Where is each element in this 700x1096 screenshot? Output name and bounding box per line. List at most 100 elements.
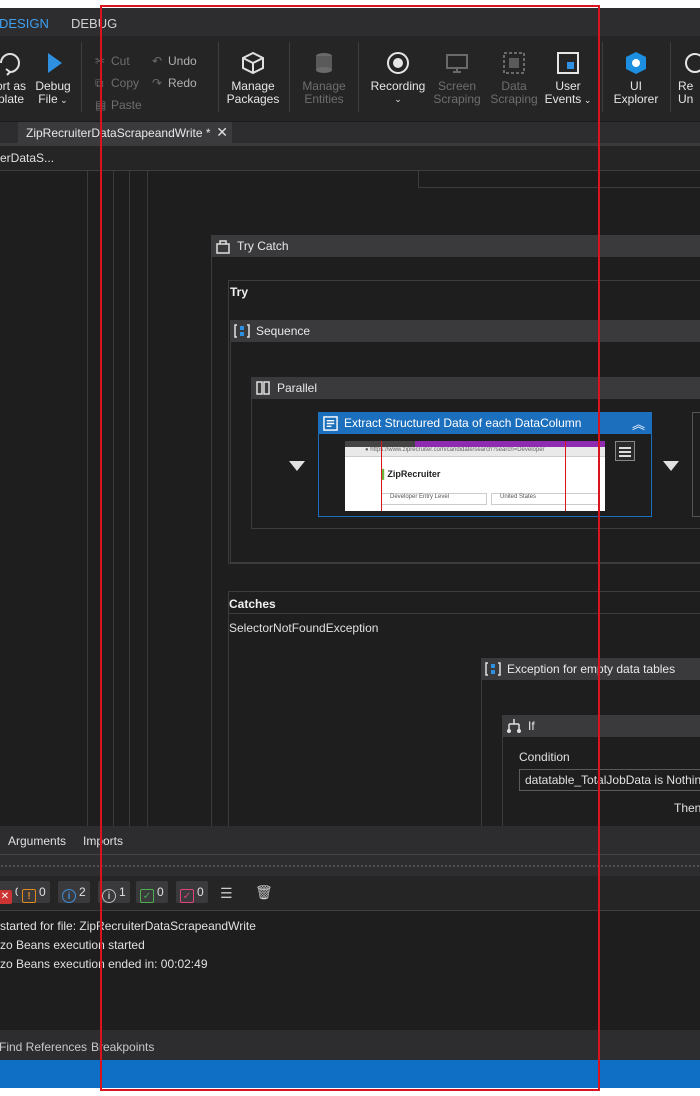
then-label: Then bbox=[674, 801, 700, 815]
sort-list-icon[interactable]: ☰ bbox=[220, 885, 233, 902]
ribbon-separator bbox=[289, 42, 290, 112]
tab-arguments[interactable]: Arguments bbox=[8, 834, 66, 848]
ui-explorer-icon bbox=[626, 52, 646, 74]
activity-menu-icon[interactable] bbox=[615, 441, 635, 461]
redo-icon: ↷ bbox=[152, 76, 163, 90]
thumb-location-box: United States bbox=[491, 493, 599, 505]
user-events-label-2: Events bbox=[544, 92, 582, 106]
export-label-2: plate bbox=[0, 92, 25, 106]
screen-scraping-label-2: Scraping bbox=[433, 92, 481, 106]
ui-explorer-label-2: Explorer bbox=[613, 92, 659, 106]
thumb-guide-line bbox=[565, 441, 566, 511]
log-line: started for file: ZipRecruiterDataScrape… bbox=[0, 919, 256, 933]
drop-arrow-icon[interactable] bbox=[289, 461, 305, 471]
manage-packages-button[interactable]: Manage Packages bbox=[226, 50, 280, 106]
recording-button[interactable]: Recording ⌄ bbox=[368, 50, 428, 106]
cut-label: Cut bbox=[111, 54, 130, 68]
failed-filter[interactable]: ✓ 0 bbox=[176, 881, 208, 903]
condition-input[interactable]: datatable_TotalJobData is Nothing bbox=[519, 769, 700, 791]
data-extract-icon bbox=[323, 416, 338, 431]
extract-structured-data-activity[interactable]: Extract Structured Data of each DataColu… bbox=[318, 412, 652, 517]
recording-label: Recording bbox=[370, 79, 426, 93]
screen-scraping-button[interactable]: Screen Scraping bbox=[433, 50, 481, 106]
copy-icon: ⧉ bbox=[95, 76, 104, 90]
tab-imports[interactable]: Imports bbox=[83, 834, 123, 848]
ribbon-separator bbox=[218, 42, 219, 112]
success-filter[interactable]: ✓ 0 bbox=[136, 881, 168, 903]
tab-find-references[interactable]: Find References bbox=[0, 1040, 87, 1054]
close-icon[interactable]: ✕ bbox=[216, 124, 228, 141]
trace-filter[interactable]: i1 bbox=[98, 881, 130, 903]
ui-explorer-button[interactable]: UI Explorer bbox=[610, 50, 662, 106]
guide-line bbox=[147, 171, 148, 826]
sequence-icon bbox=[234, 324, 250, 338]
designer-canvas[interactable]: Try Catch Try Sequence Parallel Extract … bbox=[0, 171, 700, 826]
exception-sequence-header[interactable]: Exception for empty data tables bbox=[481, 658, 700, 680]
remove-unused-button[interactable]: Re Un bbox=[678, 50, 700, 106]
sequence-title: Sequence bbox=[256, 324, 311, 338]
manage-entities-button[interactable]: Manage Entities bbox=[298, 50, 350, 106]
trash-icon[interactable]: 🗑 bbox=[255, 884, 273, 901]
drop-arrow-icon[interactable] bbox=[663, 461, 679, 471]
copy-label: Copy bbox=[111, 76, 140, 90]
selector-screenshot: ● https://www.ziprecruiter.com/candidate… bbox=[345, 441, 605, 511]
trace-icon: i bbox=[102, 889, 116, 903]
log-line: zo Beans execution ended in: 00:02:49 bbox=[0, 957, 208, 971]
info-count: 2 bbox=[79, 885, 86, 899]
ribbon-separator bbox=[358, 42, 359, 112]
ribbon-separator bbox=[81, 42, 82, 112]
package-icon bbox=[242, 51, 264, 75]
cut-button[interactable]: ✂ Cut bbox=[95, 54, 130, 68]
chevron-down-icon: ⌄ bbox=[394, 94, 402, 104]
parallel-header[interactable]: Parallel bbox=[251, 377, 700, 399]
extract-header[interactable]: Extract Structured Data of each DataColu… bbox=[319, 413, 651, 434]
sequence-header[interactable]: Sequence bbox=[230, 320, 700, 342]
failed-check-icon: ✓ bbox=[180, 889, 194, 903]
condition-label: Condition bbox=[519, 750, 570, 764]
info-filter[interactable]: i2 bbox=[58, 881, 90, 903]
if-icon bbox=[507, 719, 521, 733]
export-template-button[interactable]: ort as plate bbox=[0, 50, 28, 106]
catches-label: Catches bbox=[229, 597, 276, 611]
divider bbox=[228, 613, 700, 614]
undo-button[interactable]: ↶ Undo bbox=[152, 54, 197, 68]
paste-button[interactable]: ▤ Paste bbox=[95, 98, 142, 112]
thumb-search-box: Developer Entry Level bbox=[381, 493, 487, 505]
trace-count: 1 bbox=[119, 885, 126, 899]
check-icon: ✓ bbox=[140, 889, 154, 903]
studio-window: DESIGN DEBUG ort as plate Debug File ⌄ ✂… bbox=[0, 8, 700, 1088]
failed-count: 0 bbox=[197, 885, 204, 899]
try-catch-header[interactable]: Try Catch bbox=[211, 235, 700, 257]
thumb-addressbar: ● https://www.ziprecruiter.com/candidate… bbox=[345, 447, 605, 457]
success-count: 0 bbox=[157, 885, 164, 899]
user-events-button[interactable]: User Events ⌄ bbox=[544, 50, 592, 107]
debug-file-button[interactable]: Debug File ⌄ bbox=[33, 50, 73, 107]
output-log[interactable]: started for file: ZipRecruiterDataScrape… bbox=[0, 910, 700, 1030]
ribbon-separator bbox=[602, 42, 603, 112]
copy-button[interactable]: ⧉ Copy bbox=[95, 76, 139, 91]
data-scraping-button[interactable]: Data Scraping bbox=[489, 50, 539, 106]
exception-type[interactable]: SelectorNotFoundException bbox=[229, 621, 378, 635]
breadcrumb[interactable]: erDataS... bbox=[0, 146, 700, 170]
redo-button[interactable]: ↷ Redo bbox=[152, 76, 197, 90]
record-icon bbox=[387, 52, 409, 74]
tab-breakpoints[interactable]: Breakpoints bbox=[91, 1040, 154, 1054]
chevron-down-icon: ⌄ bbox=[581, 95, 592, 105]
warnings-filter[interactable]: ! 0 bbox=[18, 881, 50, 903]
debug-label-2: File bbox=[38, 92, 58, 106]
tab-design[interactable]: DESIGN bbox=[0, 16, 49, 31]
guide-line bbox=[87, 171, 88, 826]
document-tab[interactable]: ZipRecruiterDataScrapeandWrite * ✕ bbox=[18, 122, 232, 144]
grip-dots[interactable] bbox=[0, 864, 700, 868]
sequence-icon bbox=[485, 662, 501, 676]
try-label: Try bbox=[230, 285, 249, 299]
status-bar bbox=[0, 1060, 700, 1088]
tab-debug[interactable]: DEBUG bbox=[71, 16, 117, 31]
manage-entities-label-2: Entities bbox=[304, 92, 344, 106]
if-header[interactable]: If bbox=[502, 715, 700, 737]
next-branch-activity[interactable] bbox=[692, 412, 700, 517]
collapse-icon[interactable]: ︽ bbox=[632, 414, 645, 433]
document-tab-title: ZipRecruiterDataScrapeandWrite * bbox=[26, 126, 211, 140]
paste-label: Paste bbox=[111, 98, 142, 112]
try-catch-icon bbox=[216, 240, 230, 254]
